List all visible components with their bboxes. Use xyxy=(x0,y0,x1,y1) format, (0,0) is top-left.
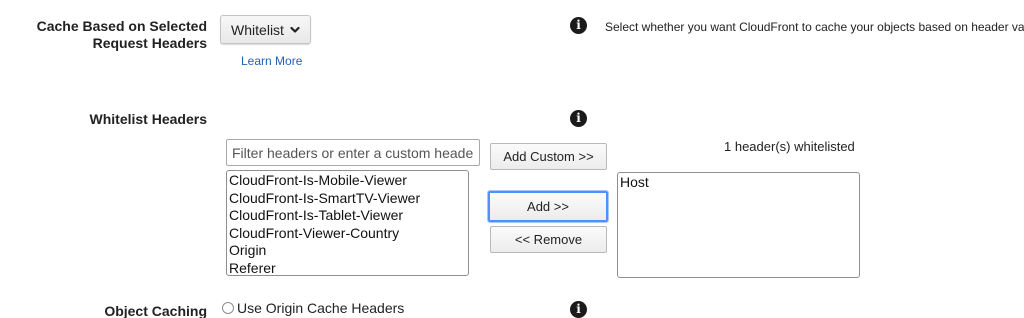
available-header-option[interactable]: Referer xyxy=(229,260,466,276)
use-origin-cache-headers-label[interactable]: Use Origin Cache Headers xyxy=(237,300,404,316)
available-header-option[interactable]: Origin xyxy=(229,242,466,260)
learn-more-link[interactable]: Learn More xyxy=(241,54,302,68)
available-header-option[interactable]: CloudFront-Is-Tablet-Viewer xyxy=(229,207,466,225)
remove-button[interactable]: << Remove xyxy=(490,226,607,253)
info-icon[interactable]: i xyxy=(570,301,587,318)
cache-headers-label-line1: Cache Based on Selected xyxy=(36,18,207,34)
add-custom-button[interactable]: Add Custom >> xyxy=(490,143,607,170)
info-icon[interactable]: i xyxy=(570,110,587,127)
available-header-option[interactable]: CloudFront-Is-Mobile-Viewer xyxy=(229,172,466,190)
cache-headers-dropdown[interactable]: Whitelist xyxy=(220,15,311,44)
info-icon[interactable]: i xyxy=(570,17,587,34)
use-origin-cache-headers-radio[interactable] xyxy=(222,302,234,314)
object-caching-label: Object Caching xyxy=(104,303,207,318)
whitelisted-headers-list[interactable]: Host xyxy=(617,172,860,278)
page: Cache Based on Selected Request Headers … xyxy=(0,0,1024,318)
whitelisted-header-option[interactable]: Host xyxy=(620,174,857,192)
available-headers-list[interactable]: CloudFront-Is-Mobile-Viewer CloudFront-I… xyxy=(226,170,469,276)
cache-headers-help-text: Select whether you want CloudFront to ca… xyxy=(605,20,1024,34)
filter-headers-input[interactable] xyxy=(226,139,480,166)
chevron-down-icon xyxy=(290,26,300,33)
available-header-option[interactable]: CloudFront-Viewer-Country xyxy=(229,225,466,243)
available-header-option[interactable]: CloudFront-Is-SmartTV-Viewer xyxy=(229,190,466,208)
cache-headers-label-line2: Request Headers xyxy=(92,35,207,51)
cache-headers-label: Cache Based on Selected Request Headers xyxy=(7,18,207,52)
cache-headers-dropdown-value: Whitelist xyxy=(231,21,284,38)
whitelist-count-text: 1 header(s) whitelisted xyxy=(724,139,855,154)
whitelist-headers-label: Whitelist Headers xyxy=(89,111,207,127)
add-button[interactable]: Add >> xyxy=(488,191,608,222)
